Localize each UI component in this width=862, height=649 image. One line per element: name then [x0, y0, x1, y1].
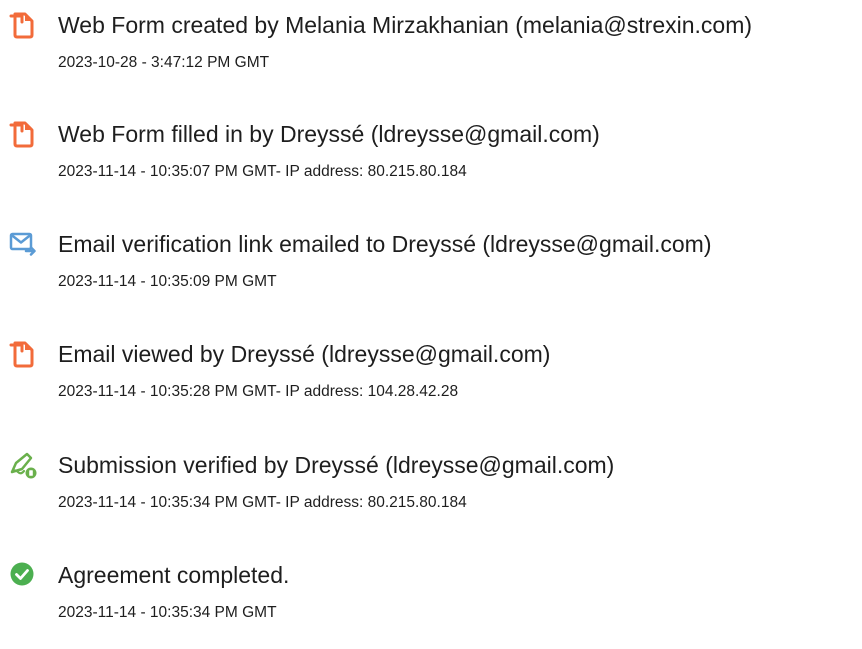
- timeline-event-form-filled: Web Form filled in by Dreyssé (ldreysse@…: [0, 119, 862, 199]
- event-title: Agreement completed.: [58, 562, 290, 588]
- event-title: Submission verified by Dreyssé (ldreysse…: [58, 452, 615, 478]
- timeline-event-submission-verified: Submission verified by Dreyssé (ldreysse…: [0, 450, 862, 530]
- timeline-event-form-created: Web Form created by Melania Mirzakhanian…: [0, 10, 862, 90]
- timeline-event-agreement-completed: Agreement completed. 2023-11-14 - 10:35:…: [0, 560, 862, 640]
- check-circle-icon: [8, 560, 38, 590]
- document-icon: [8, 119, 38, 149]
- event-title: Email viewed by Dreyssé (ldreysse@gmail.…: [58, 341, 551, 367]
- signature-verified-icon: [8, 450, 38, 480]
- timeline-event-verification-emailed: Email verification link emailed to Dreys…: [0, 229, 862, 309]
- event-timestamp: 2023-11-14 - 10:35:09 PM GMT: [58, 273, 277, 290]
- event-timestamp: 2023-11-14 - 10:35:28 PM GMT- IP address…: [58, 383, 459, 400]
- event-timestamp: 2023-10-28 - 3:47:12 PM GMT: [58, 54, 270, 71]
- document-icon: [8, 339, 38, 369]
- event-title: Email verification link emailed to Dreys…: [58, 231, 712, 257]
- timeline-event-email-viewed: Email viewed by Dreyssé (ldreysse@gmail.…: [0, 339, 862, 419]
- event-timestamp: 2023-11-14 - 10:35:07 PM GMT- IP address…: [58, 163, 467, 180]
- email-send-icon: [8, 229, 38, 259]
- event-title: Web Form filled in by Dreyssé (ldreysse@…: [58, 121, 600, 147]
- document-icon: [8, 10, 38, 40]
- event-title: Web Form created by Melania Mirzakhanian…: [58, 12, 753, 38]
- event-timestamp: 2023-11-14 - 10:35:34 PM GMT- IP address…: [58, 494, 467, 511]
- event-timestamp: 2023-11-14 - 10:35:34 PM GMT: [58, 604, 277, 621]
- audit-trail-timeline: Web Form created by Melania Mirzakhanian…: [0, 0, 862, 649]
